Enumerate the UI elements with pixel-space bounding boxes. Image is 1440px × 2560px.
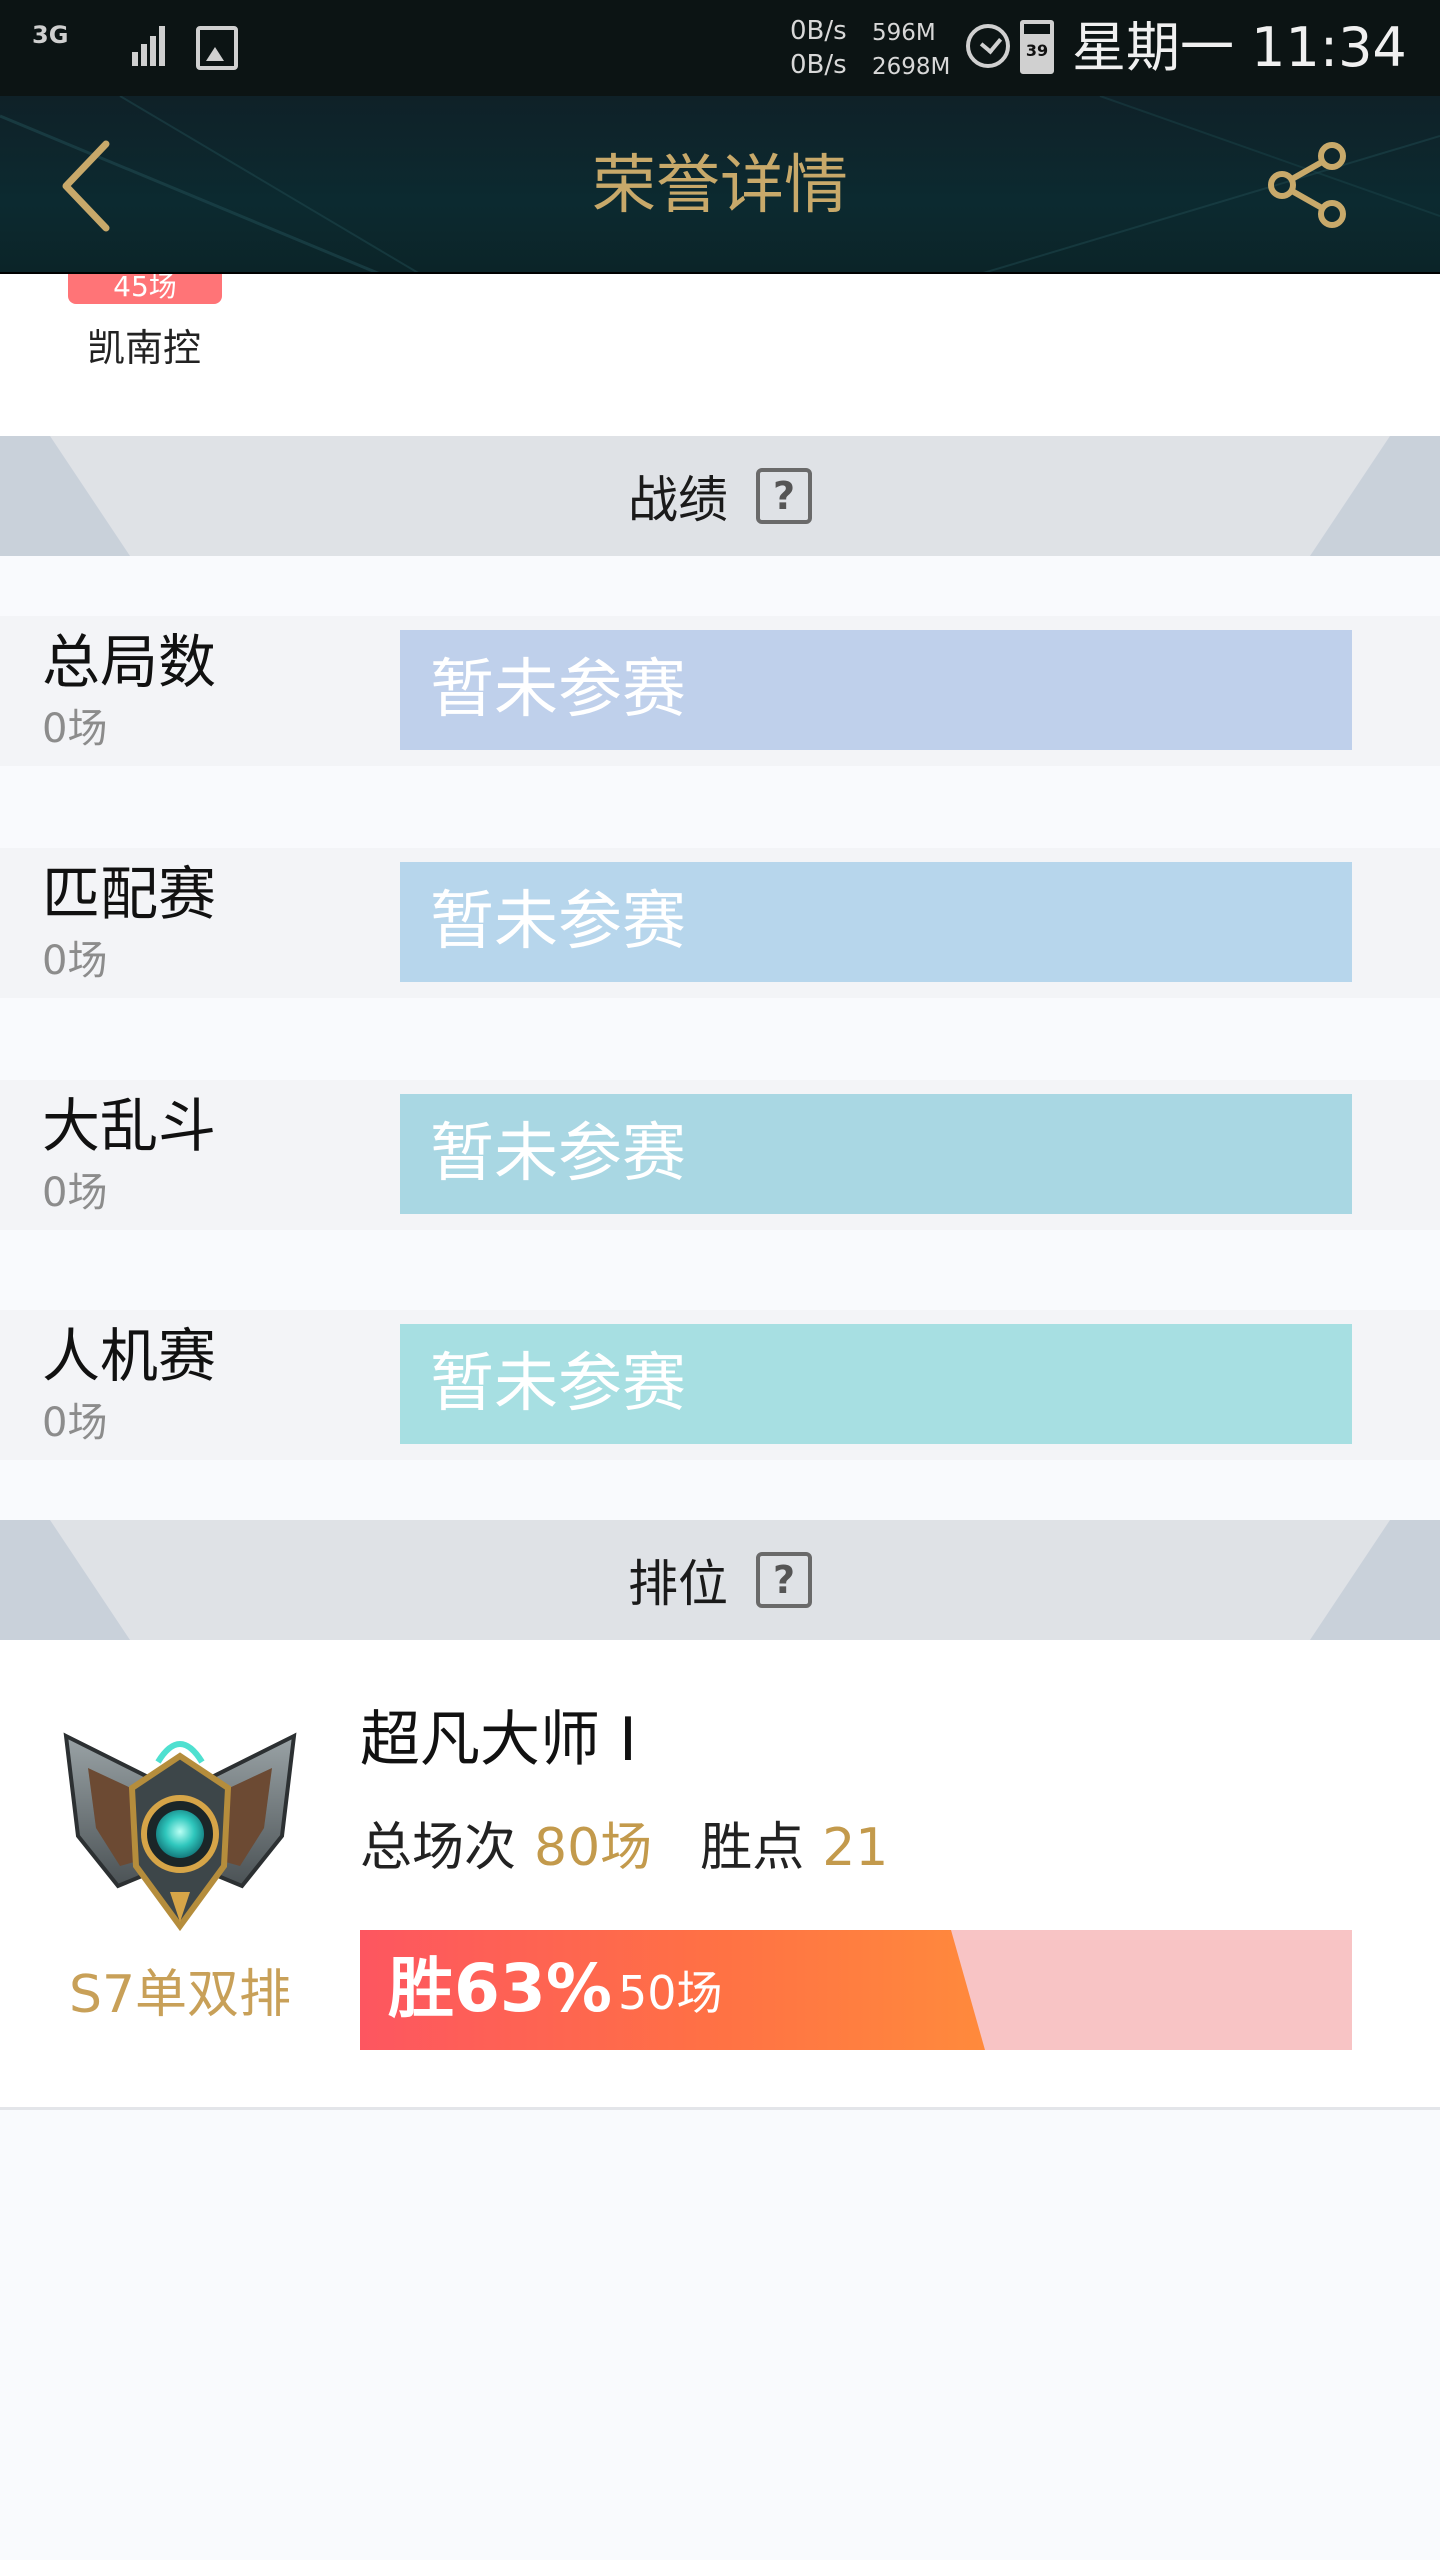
stat-name: 匹配赛 [42,860,217,928]
stat-bar: 暂未参赛 [400,862,1352,982]
ranked-section-title: 排位 [628,1555,728,1613]
stat-status: 暂未参赛 [430,1117,686,1191]
record-section-title: 战绩 [628,471,728,529]
stat-row[interactable]: 人机赛 0场 暂未参赛 [0,1310,1440,1460]
alarm-icon [966,24,1010,68]
stat-status: 暂未参赛 [430,885,686,959]
stat-row[interactable]: 总局数 0场 暂未参赛 [0,616,1440,766]
hero-name: 凯南控 [86,326,201,370]
stat-bar: 暂未参赛 [400,1094,1352,1214]
share-button[interactable] [1266,140,1350,230]
league-points-value: 21 [822,1818,889,1878]
stat-name: 总局数 [42,628,217,696]
speed-down: 0B/s [790,50,847,80]
help-icon[interactable]: ? [756,1552,812,1608]
stat-count: 0场 [42,1400,108,1446]
record-section-header: 战绩 ? [0,436,1440,556]
image-icon [196,26,238,70]
stat-row[interactable]: 匹配赛 0场 暂未参赛 [0,848,1440,998]
status-bar: 3G 0B/s 0B/s 596M 2698M 39 星期一 11:34 [0,0,1440,96]
stat-count: 0场 [42,1170,108,1216]
master-tier-emblem-icon [63,1732,297,1932]
league-points-label: 胜点 [700,1818,805,1878]
ranked-stats: 总场次 80场 胜点 21 [360,1812,888,1884]
page-title: 荣誉详情 [592,149,848,223]
stat-count: 0场 [42,706,108,752]
stat-count: 0场 [42,938,108,984]
stat-bar: 暂未参赛 [400,630,1352,750]
record-section-title-wrap: 战绩 ? [0,436,1440,556]
stat-status: 暂未参赛 [430,1347,686,1421]
tier-name: 超凡大师 I [360,1705,637,1775]
status-time: 星期一 11:34 [1072,16,1407,79]
signal-icon [132,26,165,66]
total-games-label: 总场次 [360,1818,517,1878]
app-header: 荣誉详情 [0,96,1440,274]
total-games-value: 80场 [534,1818,653,1878]
ranked-card[interactable]: S7单双排 超凡大师 I 总场次 80场 胜点 21 胜63% 50场 [0,1640,1440,2110]
memory-2: 2698M [872,54,951,80]
ranked-section-title-wrap: 排位 ? [0,1520,1440,1640]
network-indicator: 3G [32,20,80,50]
win-rate-text: 胜63% [388,1950,612,2027]
stat-name: 大乱斗 [42,1092,217,1160]
help-icon[interactable]: ? [756,468,812,524]
hero-item[interactable]: 45场 凯南控 [0,274,1440,436]
speed-up: 0B/s [790,16,847,46]
games-badge: 45场 [68,274,222,304]
battery-level: 39 [1025,41,1049,60]
battery-icon: 39 [1020,20,1054,74]
win-games: 50场 [618,1966,723,2020]
ranked-section-header: 排位 ? [0,1520,1440,1640]
stat-row[interactable]: 大乱斗 0场 暂未参赛 [0,1080,1440,1230]
win-rate-bar: 胜63% 50场 [360,1930,1352,2050]
stat-bar: 暂未参赛 [400,1324,1352,1444]
memory-1: 596M [872,20,936,46]
stat-name: 人机赛 [42,1322,217,1390]
stat-status: 暂未参赛 [430,653,686,727]
memory-readout: 596M 2698M [872,16,950,84]
season-label: S7单双排 [68,1965,292,2025]
network-speed: 0B/s 0B/s [790,14,847,82]
network-type-1: 3G [32,21,69,49]
